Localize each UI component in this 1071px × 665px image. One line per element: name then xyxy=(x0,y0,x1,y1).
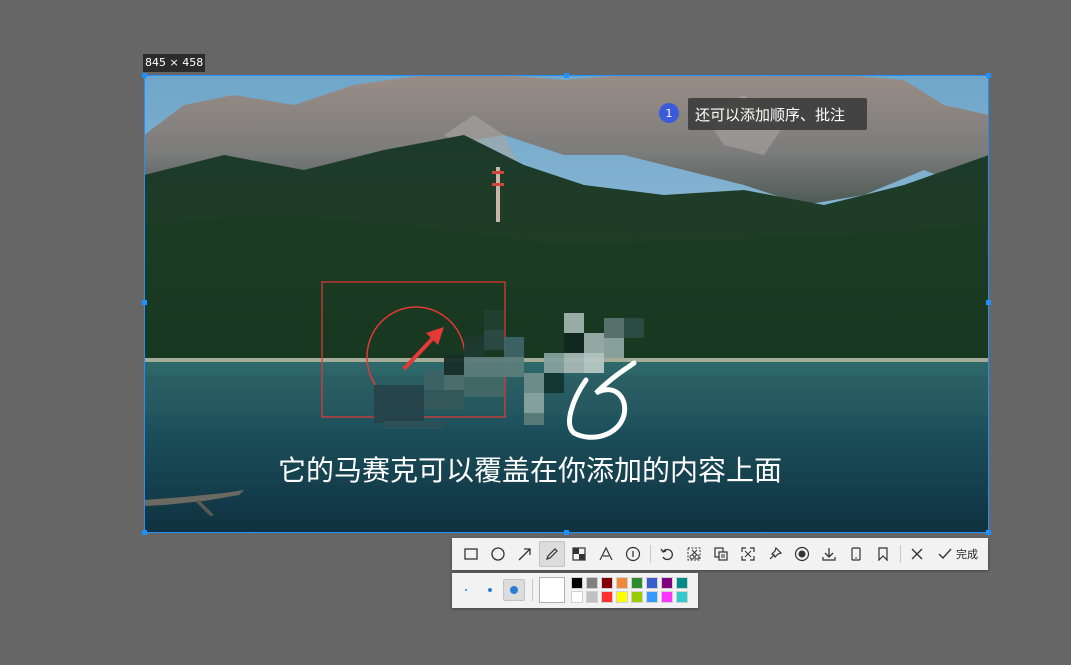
record-icon xyxy=(794,546,810,562)
color-swatch[interactable] xyxy=(571,577,583,589)
ellipse-tool[interactable] xyxy=(485,541,511,567)
style-divider xyxy=(532,579,533,601)
brush-size-medium[interactable] xyxy=(479,579,501,601)
step-note-text: 还可以添加顺序、批注 xyxy=(695,106,845,124)
ocr-icon xyxy=(714,547,728,561)
color-swatch[interactable] xyxy=(676,577,688,589)
phone-button[interactable] xyxy=(843,541,869,567)
resize-handle-bottom-left[interactable] xyxy=(142,530,147,535)
step-number: 1 xyxy=(666,107,673,120)
current-color-swatch[interactable] xyxy=(539,577,565,603)
color-swatch[interactable] xyxy=(571,591,583,603)
color-swatch[interactable] xyxy=(601,591,613,603)
capture-size-label: 845 × 458 xyxy=(143,54,206,72)
pencil-icon xyxy=(546,548,558,560)
screenshot-toolbar: 完成 xyxy=(452,538,988,570)
mosaic-icon xyxy=(572,547,586,561)
cut-button[interactable] xyxy=(681,541,707,567)
resize-handle-bottom[interactable] xyxy=(564,530,569,535)
resize-handle-left[interactable] xyxy=(142,300,147,305)
brush-size-small[interactable] xyxy=(455,579,477,601)
mosaic-tool[interactable] xyxy=(566,541,592,567)
resize-handle-top-right[interactable] xyxy=(986,73,991,78)
color-swatch[interactable] xyxy=(646,577,658,589)
color-swatch[interactable] xyxy=(676,591,688,603)
caption-text: 它的马赛克可以覆盖在你添加的内容上面 xyxy=(278,454,782,487)
color-swatch[interactable] xyxy=(631,577,643,589)
checkmark-icon xyxy=(938,548,952,560)
resize-handle-bottom-right[interactable] xyxy=(986,530,991,535)
phone-icon xyxy=(851,547,861,561)
close-icon xyxy=(911,548,923,560)
undo-button[interactable] xyxy=(654,541,680,567)
ocr-button[interactable] xyxy=(708,541,734,567)
record-button[interactable] xyxy=(789,541,815,567)
close-button[interactable] xyxy=(904,541,930,567)
pin-button[interactable] xyxy=(762,541,788,567)
color-swatch[interactable] xyxy=(586,577,598,589)
arrow-icon xyxy=(518,548,531,561)
small-dot-icon xyxy=(465,589,467,591)
color-swatch[interactable] xyxy=(601,577,613,589)
download-button[interactable] xyxy=(816,541,842,567)
resize-handle-right[interactable] xyxy=(986,300,991,305)
large-dot-icon xyxy=(510,586,518,594)
done-button[interactable]: 完成 xyxy=(933,541,982,567)
color-swatch[interactable] xyxy=(661,591,673,603)
color-swatch[interactable] xyxy=(661,577,673,589)
resize-handle-top-left[interactable] xyxy=(142,73,147,78)
resize-handle-top[interactable] xyxy=(564,73,569,78)
arrow-tool[interactable] xyxy=(512,541,538,567)
fullscreen-button[interactable] xyxy=(735,541,761,567)
bookmark-button[interactable] xyxy=(870,541,896,567)
landscape-photo: 1 还可以添加顺序、批注 它的马赛克可以覆盖在你添加的内容上面 xyxy=(144,75,989,533)
download-icon xyxy=(822,548,836,561)
pen-tool[interactable] xyxy=(539,541,565,567)
bookmark-icon xyxy=(878,547,888,562)
medium-dot-icon xyxy=(488,588,492,592)
color-swatch[interactable] xyxy=(631,591,643,603)
toolbar-divider xyxy=(900,545,901,563)
brush-size-large[interactable] xyxy=(503,579,525,601)
scissors-icon xyxy=(687,547,701,561)
text-icon xyxy=(599,546,613,561)
color-swatch[interactable] xyxy=(586,591,598,603)
rectangle-tool[interactable] xyxy=(458,541,484,567)
rectangle-icon xyxy=(464,548,478,560)
expand-icon xyxy=(741,547,755,561)
pin-icon xyxy=(769,546,783,560)
capture-selection-area[interactable]: 1 还可以添加顺序、批注 它的马赛克可以覆盖在你添加的内容上面 xyxy=(144,75,989,533)
numbered-circle-icon xyxy=(625,546,641,562)
color-swatch[interactable] xyxy=(616,591,628,603)
ellipse-icon xyxy=(491,547,505,561)
style-options-bar xyxy=(452,573,698,608)
text-tool[interactable] xyxy=(593,541,619,567)
toolbar-divider xyxy=(650,545,651,563)
serial-number-tool[interactable] xyxy=(620,541,646,567)
color-swatch[interactable] xyxy=(616,577,628,589)
undo-icon xyxy=(660,548,673,561)
color-swatch[interactable] xyxy=(646,591,658,603)
done-label: 完成 xyxy=(956,548,978,561)
